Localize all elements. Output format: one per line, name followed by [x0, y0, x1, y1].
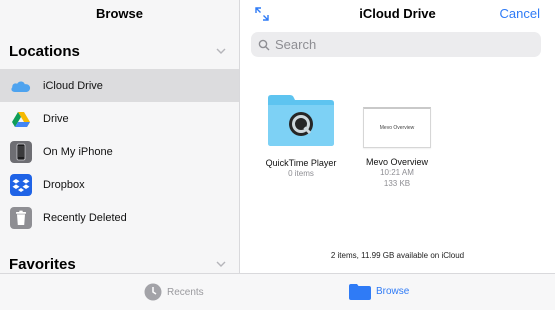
- sidebar-item-drive[interactable]: Drive: [0, 102, 239, 135]
- sidebar-item-icloud-drive[interactable]: iCloud Drive: [0, 69, 239, 102]
- search-placeholder: Search: [275, 37, 317, 52]
- icloud-icon: [10, 75, 32, 97]
- dropbox-icon: [10, 173, 32, 196]
- document-thumbnail: Mevo Overview: [363, 107, 431, 148]
- chevron-down-icon[interactable]: [215, 45, 227, 57]
- locations-header[interactable]: Locations: [9, 41, 227, 61]
- favorites-header[interactable]: Favorites: [9, 254, 227, 273]
- tab-label: Recents: [167, 286, 204, 298]
- google-drive-icon: [10, 108, 32, 130]
- sidebar-item-label: Dropbox: [43, 178, 85, 191]
- sidebar-item-label: Recently Deleted: [43, 211, 127, 224]
- locations-label: Locations: [9, 42, 80, 60]
- sidebar-item-label: On My iPhone: [43, 145, 113, 158]
- folder-icon: [349, 284, 371, 300]
- sidebar-item-dropbox[interactable]: Dropbox: [0, 168, 239, 201]
- tab-recents[interactable]: Recents: [144, 283, 204, 301]
- sidebar: Browse Locations iCloud Drive Drive On M…: [0, 0, 240, 273]
- tab-bar: Recents Browse: [0, 273, 555, 310]
- sidebar-title: Browse: [96, 6, 143, 21]
- file-size: 133 KB: [383, 179, 411, 188]
- file-name: QuickTime Player: [265, 158, 337, 168]
- favorites-label: Favorites: [9, 255, 76, 273]
- file-modified-time: 10:21 AM: [380, 168, 414, 177]
- cancel-button[interactable]: Cancel: [500, 6, 540, 21]
- search-icon: [258, 39, 270, 50]
- trash-icon: [10, 206, 32, 229]
- clock-icon: [144, 283, 162, 301]
- storage-info: 2 items, 11.99 GB available on iCloud: [330, 251, 465, 260]
- file-name: Mevo Overview: [365, 157, 428, 167]
- file-item-quicktime[interactable]: QuickTime Player 0 items: [256, 92, 346, 179]
- search-input[interactable]: Search: [251, 32, 541, 57]
- folder-quicktime-icon: [268, 95, 334, 146]
- sidebar-item-recently-deleted[interactable]: Recently Deleted: [0, 201, 239, 234]
- file-item-mevo-overview[interactable]: Mevo Overview Mevo Overview 10:21 AM 133…: [352, 92, 442, 189]
- tab-browse[interactable]: Browse: [349, 283, 409, 300]
- main-panel: iCloud Drive Cancel Search QuickTime Pla…: [240, 0, 555, 273]
- sidebar-item-on-my-iphone[interactable]: On My iPhone: [0, 135, 239, 168]
- sidebar-item-label: Drive: [43, 112, 69, 125]
- sidebar-item-label: iCloud Drive: [43, 79, 103, 92]
- tab-label: Browse: [376, 286, 410, 297]
- chevron-down-icon[interactable]: [215, 258, 227, 270]
- file-meta: 0 items: [288, 169, 314, 178]
- iphone-icon: [10, 140, 32, 163]
- thumbnail-text: Mevo Overview: [379, 125, 415, 131]
